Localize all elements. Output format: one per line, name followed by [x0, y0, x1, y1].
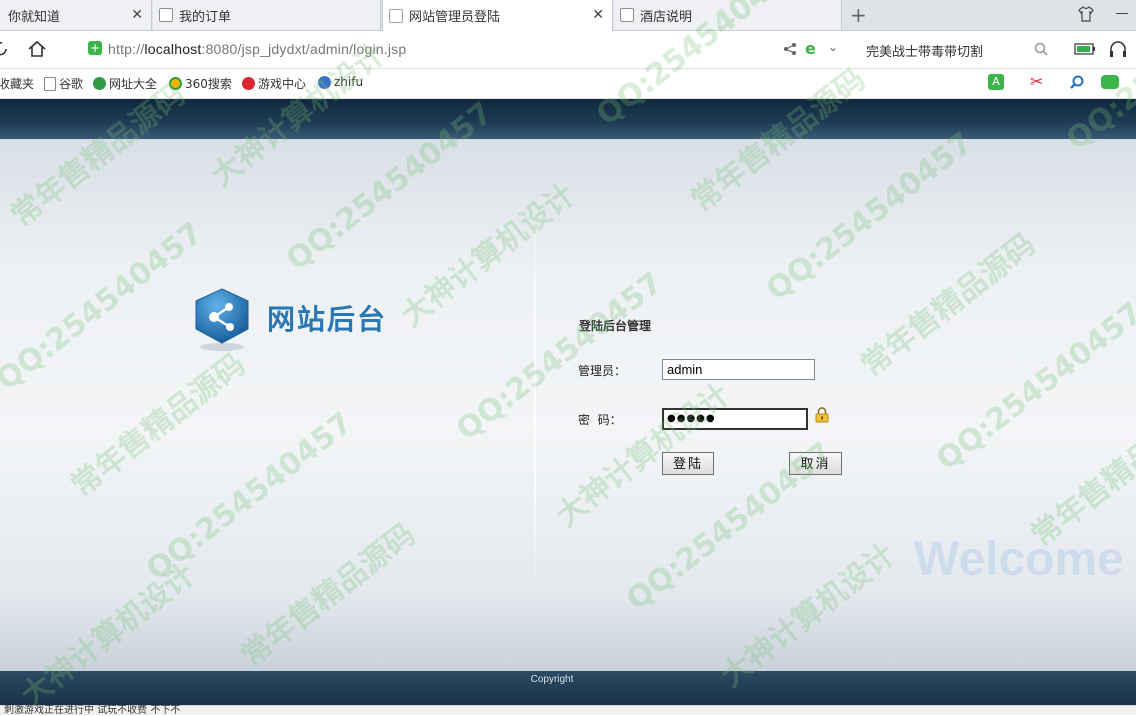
bookmark-game-center[interactable]: 游戏中心 — [242, 75, 306, 92]
headphones-icon[interactable] — [1108, 40, 1128, 58]
360-icon — [169, 77, 182, 90]
copyright-text: Copyright — [530, 674, 574, 685]
battery-icon[interactable] — [1074, 43, 1096, 55]
globe-icon — [318, 75, 331, 89]
tab-3-active[interactable]: 网站管理员登陆 ✕ — [382, 0, 613, 31]
welcome-decoration-text: Welcome — [914, 533, 1124, 586]
globe-icon — [93, 77, 106, 90]
bookmark-url-directory[interactable]: 网址大全 — [93, 75, 157, 92]
bookmark-zhifu[interactable]: zhifu — [318, 75, 363, 89]
tab-label: 我的订单 — [179, 9, 232, 25]
secure-shield-icon: + — [88, 41, 102, 55]
cancel-button[interactable]: 取消 — [789, 452, 842, 475]
page-icon — [159, 8, 173, 22]
chevron-down-icon[interactable]: ⌄ — [828, 40, 838, 54]
url-field[interactable]: http://localhost:8080/jsp_jdydxt/admin/l… — [108, 41, 406, 57]
minimize-icon[interactable] — [1116, 13, 1128, 14]
search-icon[interactable] — [1034, 42, 1048, 56]
search-suggestion[interactable]: 完美战士带毒带切割 — [866, 41, 983, 60]
bookmark-google[interactable]: 谷歌 — [44, 75, 83, 92]
tab-label: 网站管理员登陆 — [409, 10, 501, 25]
password-input[interactable]: ●●●●● — [662, 408, 808, 430]
refresh-icon[interactable] — [0, 40, 10, 58]
close-icon[interactable]: ✕ — [131, 7, 143, 23]
status-text: 刺激游戏正在进行中 试玩不收费 不下不 — [4, 705, 181, 716]
skin-icon[interactable] — [1078, 6, 1094, 22]
login-form-title: 登陆后台管理 — [579, 319, 652, 333]
translate-icon[interactable]: A — [988, 74, 1004, 90]
page-icon — [389, 8, 403, 23]
home-icon[interactable] — [27, 40, 47, 58]
login-button[interactable]: 登陆 — [662, 452, 714, 475]
close-icon[interactable]: ✕ — [592, 7, 604, 23]
password-label: 密 码： — [578, 413, 622, 427]
username-input[interactable] — [662, 359, 815, 380]
tab-label: 酒店说明 — [640, 9, 693, 25]
username-label: 管理员： — [578, 364, 627, 378]
page-icon — [44, 76, 56, 91]
tab-4[interactable]: 酒店说明 — [614, 0, 842, 30]
ie-mode-icon[interactable]: e — [805, 39, 816, 58]
tab-label: 你就知道 — [8, 9, 61, 25]
tab-2[interactable]: 我的订单 — [153, 0, 381, 30]
lock-icon — [815, 407, 829, 423]
new-tab-icon[interactable]: + — [850, 3, 867, 27]
site-logo-text: 网站后台 — [267, 303, 388, 336]
magnifier-icon[interactable] — [1069, 75, 1085, 91]
game-icon — [242, 77, 255, 90]
page-header-bar — [0, 99, 1136, 139]
gamepad-icon[interactable] — [1101, 75, 1119, 89]
vertical-divider — [534, 200, 536, 600]
bookmark-favorites[interactable]: 收藏夹 — [0, 75, 34, 92]
screenshot-scissors-icon[interactable]: ✂ — [1030, 72, 1043, 91]
site-logo-icon — [195, 288, 249, 351]
login-page-body — [0, 139, 1136, 671]
bookmark-360-search[interactable]: 360搜索 — [169, 75, 232, 92]
share-icon[interactable] — [783, 42, 797, 56]
page-icon — [620, 8, 634, 22]
tab-1[interactable]: 你就知道 ✕ — [0, 0, 152, 30]
